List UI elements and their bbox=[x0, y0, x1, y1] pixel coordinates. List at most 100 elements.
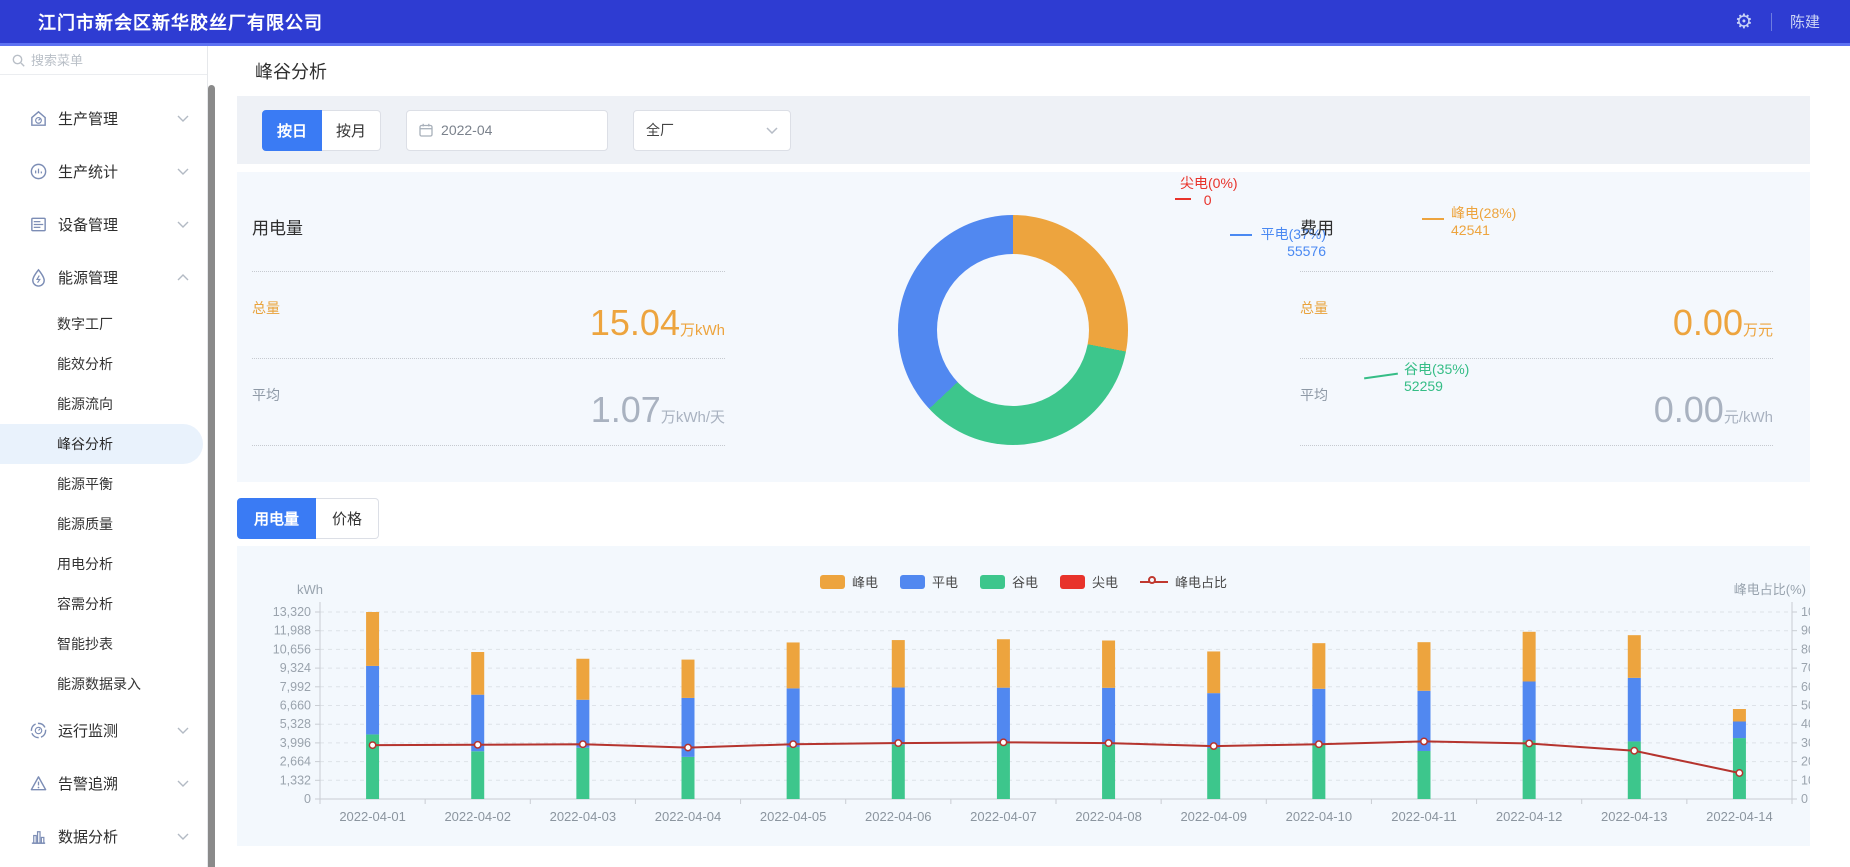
legend-line-marker bbox=[1140, 575, 1168, 589]
sidebar-subitem[interactable]: 能源平衡 bbox=[0, 464, 207, 504]
sidebar-subitem[interactable]: 用电分析 bbox=[0, 544, 207, 584]
donut-label-sharp: 尖电(0%)0 bbox=[1180, 175, 1238, 209]
sidebar-subitem[interactable]: 峰谷分析 bbox=[0, 424, 203, 464]
search-input[interactable] bbox=[31, 53, 171, 68]
svg-text:10,656: 10,656 bbox=[273, 642, 311, 656]
sidebar-item-monitor[interactable]: 运行监测 bbox=[0, 704, 207, 757]
chart-tabs: 用电量 价格 bbox=[237, 498, 379, 539]
scope-select[interactable]: 全厂 bbox=[633, 110, 791, 151]
analysis-icon bbox=[28, 827, 48, 847]
chart-legend: 峰电 平电 谷电 尖电 峰电占比 bbox=[237, 572, 1810, 591]
sidebar-item-label: 生产管理 bbox=[58, 108, 118, 129]
svg-text:2022-04-06: 2022-04-06 bbox=[865, 809, 932, 824]
leader-line bbox=[1230, 234, 1252, 236]
sidebar-subitem[interactable]: 容需分析 bbox=[0, 584, 207, 624]
sidebar-item-energy[interactable]: 能源管理 bbox=[0, 251, 207, 304]
by-month-button[interactable]: 按月 bbox=[322, 110, 381, 151]
svg-text:2022-04-14: 2022-04-14 bbox=[1706, 809, 1773, 824]
svg-text:2022-04-10: 2022-04-10 bbox=[1286, 809, 1353, 824]
tab-price[interactable]: 价格 bbox=[316, 498, 379, 539]
sidebar-item-device[interactable]: 设备管理 bbox=[0, 198, 207, 251]
alarm-icon bbox=[28, 774, 48, 794]
usage-avg-label: 平均 bbox=[252, 385, 280, 431]
legend-label: 平电 bbox=[932, 572, 958, 591]
sidebar-item-label: 生产统计 bbox=[58, 161, 118, 182]
filter-bar: 按日 按月 2022-04 全厂 bbox=[237, 96, 1810, 164]
legend-label: 谷电 bbox=[1012, 572, 1038, 591]
bar-chart-panel: 峰电平电谷电尖电峰电占比 kWh峰电占比(%)01,3322,6643,9965… bbox=[237, 546, 1810, 846]
sidebar-subitem[interactable]: 能源质量 bbox=[0, 504, 207, 544]
cost-total-value: 0.00万元 bbox=[1673, 302, 1773, 344]
svg-text:2022-04-05: 2022-04-05 bbox=[760, 809, 827, 824]
chevron-down-icon bbox=[177, 727, 189, 734]
donut-ring bbox=[898, 215, 1128, 445]
chevron-up-icon bbox=[177, 274, 189, 281]
settings-gear-icon[interactable]: ⚙ bbox=[1735, 12, 1753, 32]
usage-total-value: 15.04万kWh bbox=[590, 302, 725, 344]
sidebar-item-home[interactable]: 生产管理 bbox=[0, 92, 207, 145]
search-icon bbox=[12, 54, 25, 67]
svg-text:2022-04-12: 2022-04-12 bbox=[1496, 809, 1563, 824]
svg-text:40: 40 bbox=[1801, 717, 1810, 731]
donut-chart: 尖电(0%)0 峰电(28%)42541 平电(37%)55576 谷电(35%… bbox=[798, 172, 1278, 482]
svg-text:2022-04-08: 2022-04-08 bbox=[1075, 809, 1142, 824]
legend-swatch bbox=[980, 575, 1005, 589]
chevron-down-icon bbox=[766, 127, 778, 134]
legend-item-谷电[interactable]: 谷电 bbox=[980, 572, 1038, 591]
by-day-button[interactable]: 按日 bbox=[262, 110, 322, 151]
sidebar-scrollbar[interactable] bbox=[208, 85, 215, 867]
legend-label: 尖电 bbox=[1092, 572, 1118, 591]
page-title: 峰谷分析 bbox=[255, 58, 327, 84]
sidebar-search[interactable] bbox=[0, 46, 207, 75]
date-value: 2022-04 bbox=[441, 122, 492, 138]
sidebar-item-label: 数据分析 bbox=[58, 826, 118, 847]
sidebar-subitem[interactable]: 能源流向 bbox=[0, 384, 207, 424]
legend-item-峰电[interactable]: 峰电 bbox=[820, 572, 878, 591]
sidebar-subitem[interactable]: 数字工厂 bbox=[0, 304, 207, 344]
divider bbox=[252, 445, 725, 446]
legend-label: 峰电 bbox=[852, 572, 878, 591]
user-name[interactable]: 陈建 bbox=[1790, 11, 1820, 32]
legend-swatch bbox=[1060, 575, 1085, 589]
scope-value: 全厂 bbox=[646, 120, 674, 140]
chevron-down-icon bbox=[177, 221, 189, 228]
legend-swatch bbox=[900, 575, 925, 589]
svg-text:2,664: 2,664 bbox=[280, 755, 311, 769]
svg-text:30: 30 bbox=[1801, 736, 1810, 750]
sidebar-subitem[interactable]: 能源数据录入 bbox=[0, 664, 207, 704]
mode-toggle: 按日 按月 bbox=[262, 110, 381, 151]
tab-usage[interactable]: 用电量 bbox=[237, 498, 316, 539]
svg-text:90: 90 bbox=[1801, 624, 1810, 638]
sidebar-item-analysis[interactable]: 数据分析 bbox=[0, 810, 207, 863]
legend-swatch bbox=[820, 575, 845, 589]
svg-text:2022-04-04: 2022-04-04 bbox=[655, 809, 722, 824]
home-icon bbox=[28, 109, 48, 129]
sidebar-item-stats[interactable]: 生产统计 bbox=[0, 145, 207, 198]
svg-text:20: 20 bbox=[1801, 755, 1810, 769]
chevron-down-icon bbox=[177, 115, 189, 122]
svg-text:5,328: 5,328 bbox=[280, 717, 311, 731]
svg-text:60: 60 bbox=[1801, 680, 1810, 694]
usage-total-label: 总量 bbox=[252, 298, 280, 344]
sidebar-item-label: 告警追溯 bbox=[58, 773, 118, 794]
chevron-down-icon bbox=[177, 833, 189, 840]
cost-total-label: 总量 bbox=[1300, 298, 1328, 344]
svg-text:0日: 0日 bbox=[1801, 792, 1810, 806]
svg-text:2022-04-01: 2022-04-01 bbox=[339, 809, 406, 824]
sidebar-subitem[interactable]: 智能抄表 bbox=[0, 624, 207, 664]
svg-text:9,324: 9,324 bbox=[280, 661, 311, 675]
sidebar-item-label: 能源管理 bbox=[58, 267, 118, 288]
svg-text:80: 80 bbox=[1801, 642, 1810, 656]
svg-text:2022-04-02: 2022-04-02 bbox=[444, 809, 511, 824]
top-bar: 江门市新会区新华胶丝厂有限公司 ⚙ 陈建 bbox=[0, 0, 1850, 46]
legend-item-峰电占比[interactable]: 峰电占比 bbox=[1140, 572, 1227, 591]
usage-card-title: 用电量 bbox=[252, 214, 725, 239]
sidebar-item-alarm[interactable]: 告警追溯 bbox=[0, 757, 207, 810]
legend-item-平电[interactable]: 平电 bbox=[900, 572, 958, 591]
summary-panel: 用电量 总量 15.04万kWh 平均 1.07万kWh/天 尖电(0%)0 峰 bbox=[237, 172, 1810, 482]
sidebar-subitem[interactable]: 能效分析 bbox=[0, 344, 207, 384]
chevron-down-icon bbox=[177, 168, 189, 175]
date-picker[interactable]: 2022-04 bbox=[406, 110, 608, 151]
usage-card: 用电量 总量 15.04万kWh 平均 1.07万kWh/天 bbox=[252, 172, 725, 482]
legend-item-尖电[interactable]: 尖电 bbox=[1060, 572, 1118, 591]
